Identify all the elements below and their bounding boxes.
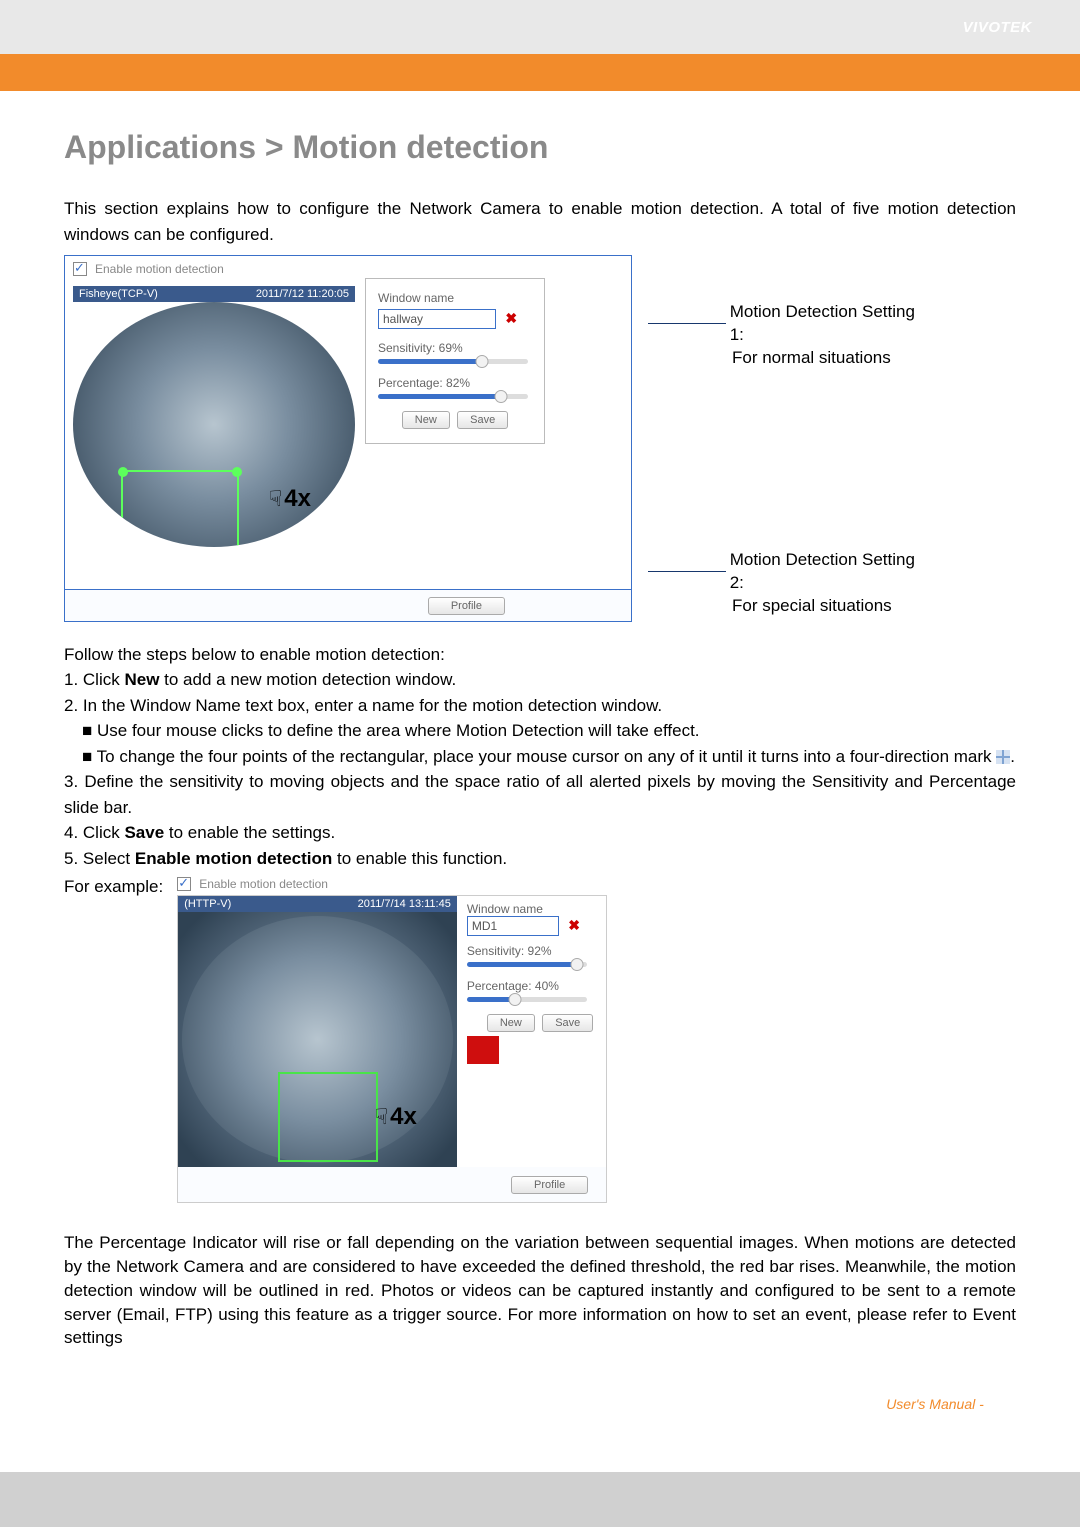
sensitivity-slider-1[interactable] — [378, 359, 528, 364]
window-name-input[interactable]: hallway — [378, 309, 496, 329]
for-example-label: For example: — [64, 877, 163, 897]
percentage-label-1: Percentage: 82% — [378, 376, 532, 390]
zoom-control-1[interactable]: ☟ 4x — [269, 485, 311, 513]
enable-motion-label: Enable motion detection — [95, 262, 224, 276]
page-title: Applications > Motion detection — [64, 129, 1016, 166]
profile-bar-1: Profile — [64, 589, 632, 622]
zoom-level-2: 4x — [390, 1103, 417, 1131]
header-orange-strip — [0, 54, 1080, 91]
checkbox-icon — [73, 262, 87, 276]
save-button-2[interactable]: Save — [542, 1014, 593, 1032]
camera-preview-1: Fisheye(TCP-V) 2011/7/12 11:20:05 ☟ 4x — [73, 286, 355, 551]
camera-time-1: 2011/7/12 11:20:05 — [256, 288, 349, 300]
detection-settings-panel-2: Window name MD1 ✖ Sensitivity: 92% Perce… — [457, 896, 606, 1167]
detection-settings-panel-1: Window name hallway ✖ Sensitivity: 69% P… — [365, 278, 545, 444]
window-name-label-2: Window name — [467, 902, 596, 916]
enable-motion-checkbox-2[interactable]: Enable motion detection — [177, 877, 328, 891]
fisheye-view-1[interactable]: ☟ 4x — [73, 302, 355, 547]
window-name-input-2[interactable]: MD1 — [467, 916, 559, 936]
enable-motion-checkbox-1[interactable]: Enable motion detection — [73, 262, 224, 276]
callout-setting-2: Motion Detection Setting 2: For special … — [648, 549, 928, 618]
profile-button-2[interactable]: Profile — [511, 1176, 588, 1194]
sensitivity-slider-2[interactable] — [467, 962, 587, 967]
sensitivity-label-2: Sensitivity: 92% — [467, 944, 596, 958]
step-1: 1. Click New to add a new motion detecti… — [64, 667, 1016, 693]
detection-window-1[interactable] — [121, 470, 239, 547]
sensitivity-label-1: Sensitivity: 69% — [378, 341, 532, 355]
step-2b: ■ To change the four points of the recta… — [64, 744, 1016, 770]
step-3: 3. Define the sensitivity to moving obje… — [64, 769, 1016, 820]
save-button-1[interactable]: Save — [457, 411, 508, 429]
step-4: 4. Click Save to enable the settings. — [64, 820, 1016, 846]
intro-paragraph: This section explains how to configure t… — [64, 196, 1016, 249]
closing-paragraph: The Percentage Indicator will rise or fa… — [64, 1231, 1016, 1350]
camera-preview-2: (HTTP-V) 2011/7/14 13:11:45 ☟ 4x — [178, 896, 457, 1167]
brand-text: VIVOTEK — [963, 19, 1032, 36]
percentage-label-2: Percentage: 40% — [467, 979, 596, 993]
steps-intro: Follow the steps below to enable motion … — [64, 642, 1016, 668]
fisheye-view-2[interactable]: ☟ 4x — [178, 912, 457, 1167]
step-2a: ■ Use four mouse clicks to define the ar… — [64, 718, 1016, 744]
close-icon[interactable]: ✖ — [568, 917, 580, 933]
new-button-2[interactable]: New — [487, 1014, 535, 1032]
callout-setting-1: Motion Detection Setting 1: For normal s… — [648, 301, 928, 370]
camera-title-1: Fisheye(TCP-V) — [79, 288, 158, 300]
window-name-label: Window name — [378, 291, 532, 305]
four-direction-icon — [996, 750, 1010, 764]
camera-title-2: (HTTP-V) — [184, 898, 231, 910]
new-button-1[interactable]: New — [402, 411, 450, 429]
hand-icon: ☟ — [269, 486, 282, 512]
motion-detection-panel-2: (HTTP-V) 2011/7/14 13:11:45 ☟ 4x — [177, 895, 607, 1203]
hand-icon: ☟ — [375, 1104, 388, 1130]
enable-motion-label-2: Enable motion detection — [199, 877, 328, 891]
percentage-slider-1[interactable] — [378, 394, 528, 399]
step-2: 2. In the Window Name text box, enter a … — [64, 693, 1016, 719]
zoom-level-1: 4x — [284, 485, 311, 513]
zoom-control-2[interactable]: ☟ 4x — [375, 1103, 417, 1131]
camera-time-2: 2011/7/14 13:11:45 — [358, 898, 451, 910]
profile-bar-2: Profile — [178, 1167, 606, 1202]
motion-detection-panel-1: Enable motion detection Fisheye(TCP-V) 2… — [64, 255, 632, 590]
motion-indicator — [467, 1036, 499, 1064]
page-footer: User's Manual - 117 — [64, 1396, 1016, 1412]
checkbox-icon — [177, 877, 191, 891]
close-icon[interactable]: ✖ — [505, 310, 517, 326]
step-5: 5. Select Enable motion detection to ena… — [64, 846, 1016, 872]
detection-window-2[interactable] — [278, 1072, 378, 1162]
profile-button-1[interactable]: Profile — [428, 597, 505, 615]
percentage-slider-2[interactable] — [467, 997, 587, 1002]
